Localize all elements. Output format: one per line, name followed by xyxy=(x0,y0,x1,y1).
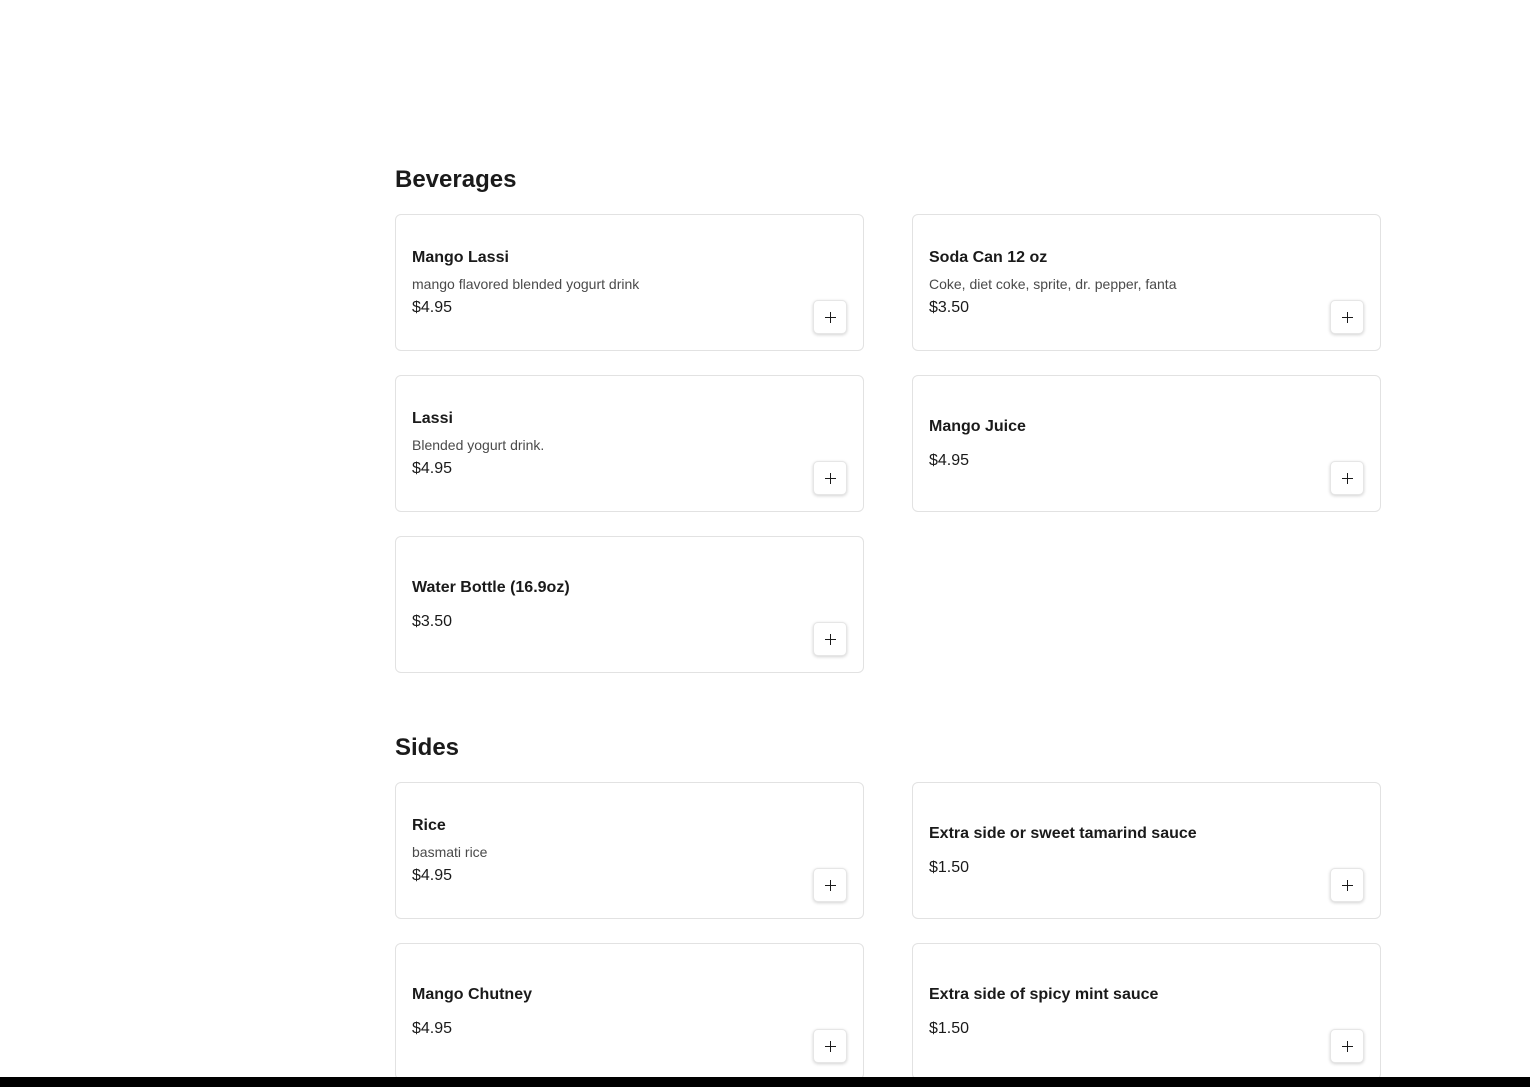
item-price: $4.95 xyxy=(929,451,970,469)
menu-item-card[interactable]: Mango Chutney $4.95 xyxy=(395,943,864,1080)
add-item-button[interactable] xyxy=(813,868,847,902)
plus-icon xyxy=(824,472,836,484)
add-item-button[interactable] xyxy=(813,300,847,334)
section-title: Sides xyxy=(395,734,460,761)
item-price: $4.95 xyxy=(412,866,453,884)
item-name: Rice xyxy=(412,816,446,834)
item-name: Lassi xyxy=(412,409,453,427)
item-name: Mango Juice xyxy=(929,417,1026,435)
plus-icon xyxy=(1341,311,1353,323)
menu-item-card[interactable]: Extra side or sweet tamarind sauce $1.50 xyxy=(912,782,1381,919)
add-item-button[interactable] xyxy=(1330,300,1364,334)
menu-item-card[interactable]: Water Bottle (16.9oz) $3.50 xyxy=(395,536,864,673)
section-title: Beverages xyxy=(395,166,517,193)
add-item-button[interactable] xyxy=(813,622,847,656)
item-description: Coke, diet coke, sprite, dr. pepper, fan… xyxy=(929,275,1177,292)
plus-icon xyxy=(1341,1040,1353,1052)
plus-icon xyxy=(824,633,836,645)
item-price: $4.95 xyxy=(412,1019,453,1037)
add-item-button[interactable] xyxy=(1330,868,1364,902)
item-price: $4.95 xyxy=(412,298,453,316)
item-price: $3.50 xyxy=(412,612,453,630)
add-item-button[interactable] xyxy=(813,1029,847,1063)
add-item-button[interactable] xyxy=(1330,1029,1364,1063)
menu-grid: Mango Lassi mango flavored blended yogur… xyxy=(395,214,1381,673)
menu-page: Beverages Mango Lassi mango flavored ble… xyxy=(0,0,1530,1087)
item-description: basmati rice xyxy=(412,843,488,860)
item-price: $4.95 xyxy=(412,459,453,477)
bottom-bar xyxy=(0,1077,1530,1087)
menu-section-sides: Sides Rice basmati rice $4.95 Extra side… xyxy=(395,734,1381,1080)
menu-section-beverages: Beverages Mango Lassi mango flavored ble… xyxy=(395,166,1381,673)
plus-icon xyxy=(1341,879,1353,891)
item-name: Soda Can 12 oz xyxy=(929,248,1048,266)
item-name: Extra side of spicy mint sauce xyxy=(929,985,1159,1003)
menu-item-card[interactable]: Mango Juice $4.95 xyxy=(912,375,1381,512)
item-price: $1.50 xyxy=(929,1019,970,1037)
menu-item-card[interactable]: Extra side of spicy mint sauce $1.50 xyxy=(912,943,1381,1080)
item-price: $1.50 xyxy=(929,858,970,876)
item-name: Water Bottle (16.9oz) xyxy=(412,578,570,596)
item-description: Blended yogurt drink. xyxy=(412,436,545,453)
item-name: Extra side or sweet tamarind sauce xyxy=(929,824,1197,842)
item-price: $3.50 xyxy=(929,298,970,316)
item-name: Mango Chutney xyxy=(412,985,532,1003)
menu-grid: Rice basmati rice $4.95 Extra side or sw… xyxy=(395,782,1381,1080)
menu-item-card[interactable]: Rice basmati rice $4.95 xyxy=(395,782,864,919)
menu-item-card[interactable]: Soda Can 12 oz Coke, diet coke, sprite, … xyxy=(912,214,1381,351)
plus-icon xyxy=(824,879,836,891)
plus-icon xyxy=(824,1040,836,1052)
menu-item-card[interactable]: Lassi Blended yogurt drink. $4.95 xyxy=(395,375,864,512)
plus-icon xyxy=(1341,472,1353,484)
add-item-button[interactable] xyxy=(1330,461,1364,495)
plus-icon xyxy=(824,311,836,323)
item-name: Mango Lassi xyxy=(412,248,509,266)
menu-item-card[interactable]: Mango Lassi mango flavored blended yogur… xyxy=(395,214,864,351)
add-item-button[interactable] xyxy=(813,461,847,495)
item-description: mango flavored blended yogurt drink xyxy=(412,275,640,292)
